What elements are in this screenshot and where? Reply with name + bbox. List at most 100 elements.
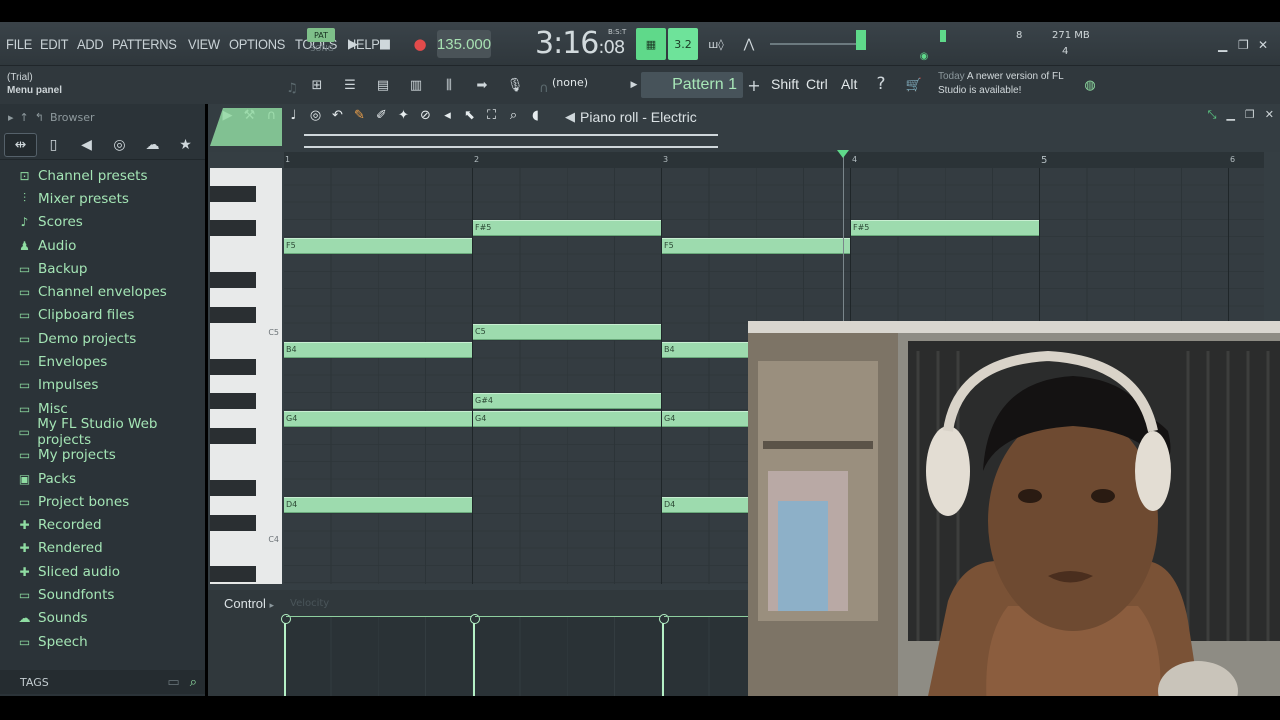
cloud-icon[interactable]: ☁ xyxy=(136,133,169,157)
all-content-icon[interactable]: ⇹ xyxy=(4,132,37,157)
note[interactable]: G#4 xyxy=(473,393,661,410)
browser-item[interactable]: ♟ Audio xyxy=(0,234,205,257)
close-icon[interactable]: ✕ xyxy=(1258,38,1268,52)
browser-item[interactable]: ▣ Packs xyxy=(0,467,205,490)
browser-back-icon[interactable]: ↰ xyxy=(35,111,44,124)
browser-item[interactable]: ▭ Demo projects xyxy=(0,327,205,350)
playlist-icon[interactable]: ⊞ xyxy=(305,73,329,97)
channel-select[interactable]: (none) xyxy=(552,76,614,94)
playback-icon[interactable]: ◖ xyxy=(526,108,545,123)
plugin-database-icon[interactable]: ◎ xyxy=(103,133,136,157)
control-label[interactable]: Control ▸ xyxy=(224,596,274,611)
slice-icon[interactable]: ◂ xyxy=(438,108,457,123)
select-icon[interactable]: ⬉ xyxy=(460,108,479,123)
browser-up-icon[interactable]: ↑ xyxy=(20,111,29,124)
pattern-selector[interactable]: Pattern 1 xyxy=(641,72,743,98)
note[interactable]: F#5 xyxy=(473,220,661,237)
collapse-arrow-icon[interactable]: ▸ xyxy=(8,111,14,124)
black-key[interactable] xyxy=(210,428,256,444)
velocity-bar[interactable] xyxy=(470,614,480,696)
update-globe-icon[interactable]: ◍ xyxy=(1078,73,1102,97)
speaker-icon-roll[interactable]: ◀ xyxy=(558,105,582,129)
browser-item[interactable]: ✚ Recorded xyxy=(0,513,205,536)
tempo-display[interactable]: 135.000 xyxy=(437,30,491,58)
zoom-icon[interactable]: ⛶ xyxy=(482,108,501,123)
note[interactable]: F5 xyxy=(284,237,472,254)
magnifier-icon[interactable]: ⌕ xyxy=(504,108,523,123)
note[interactable]: C5 xyxy=(473,324,661,341)
note[interactable]: G4 xyxy=(473,410,661,427)
stamp-icon[interactable]: ♩ xyxy=(284,108,303,123)
browser-item[interactable]: ☁ Sounds xyxy=(0,607,205,630)
minimize-icon[interactable]: ▁ xyxy=(1218,38,1227,52)
roll-close-icon[interactable]: ✕ xyxy=(1265,108,1274,122)
note[interactable]: G4 xyxy=(284,410,472,427)
project-files-icon[interactable]: ▯ xyxy=(37,133,70,157)
shop-cart-icon[interactable]: 🛒 xyxy=(902,73,926,97)
browser-item[interactable]: ▭ Channel envelopes xyxy=(0,280,205,303)
note[interactable]: F5 xyxy=(662,237,850,254)
black-key[interactable] xyxy=(210,306,256,323)
step-edit-icon[interactable]: 3.2 xyxy=(668,28,698,60)
metronome-icon[interactable]: ▦ xyxy=(636,28,666,60)
master-volume-knob[interactable] xyxy=(856,30,866,50)
arrow-right-icon[interactable]: ➡ xyxy=(470,73,494,97)
overview-window[interactable] xyxy=(304,134,718,148)
speaker-icon[interactable]: ◀ xyxy=(70,133,103,157)
master-pitch-icon[interactable]: ◉ xyxy=(912,44,936,68)
menu-edit[interactable]: EDIT xyxy=(40,36,69,52)
piano-keyboard[interactable]: C5 C4 xyxy=(210,168,282,584)
news-panel[interactable]: Today A newer version of FL Studio is av… xyxy=(938,70,1078,98)
menu-add[interactable]: ADD xyxy=(77,36,104,52)
song-mode[interactable]: SONG xyxy=(307,44,337,53)
black-key[interactable] xyxy=(210,185,256,202)
browser-item[interactable]: ✚ Rendered xyxy=(0,537,205,560)
pat-mode[interactable]: PAT xyxy=(307,28,335,42)
delete-icon[interactable]: ✦ xyxy=(394,108,413,123)
plugin-picker-icon[interactable]: ⫼ xyxy=(437,73,461,97)
menu-patterns[interactable]: PATTERNS xyxy=(112,36,177,52)
menu-view[interactable]: VIEW xyxy=(188,36,220,52)
browser-item[interactable]: ⊡ Channel presets xyxy=(0,164,205,187)
mixer-icon[interactable]: ▥ xyxy=(404,73,428,97)
countdown-icon[interactable]: ⋀ xyxy=(737,32,761,56)
detach-icon[interactable]: ⤡ xyxy=(1208,108,1217,122)
microphone-icon[interactable]: 🎙 xyxy=(503,73,527,97)
browser-item[interactable]: ▭ Envelopes xyxy=(0,350,205,373)
restore-icon[interactable]: ❐ xyxy=(1238,38,1249,52)
undo-icon[interactable]: ↶ xyxy=(328,108,347,123)
black-key[interactable] xyxy=(210,272,256,289)
velocity-bar[interactable] xyxy=(281,614,291,696)
snap-icon[interactable]: ◎ xyxy=(306,108,325,123)
black-key[interactable] xyxy=(210,358,256,375)
favorites-star-icon[interactable]: ★ xyxy=(169,133,202,157)
browser-item[interactable]: ✚ Sliced audio xyxy=(0,560,205,583)
add-pattern-icon[interactable]: + xyxy=(742,73,766,97)
master-volume-track[interactable] xyxy=(770,43,858,45)
play-icon[interactable]: ▶ xyxy=(341,32,365,56)
pencil-icon[interactable]: ✎ xyxy=(350,108,369,123)
browser-item[interactable]: ♪ Scores xyxy=(0,211,205,234)
headphones-icon[interactable]: ♫ xyxy=(280,76,304,100)
browser-item[interactable]: ▭ My FL Studio Web projects xyxy=(0,416,205,448)
shift-key[interactable]: Shift xyxy=(771,76,799,92)
velocity-bar[interactable] xyxy=(659,614,669,696)
browser-item[interactable]: ▭ Project bones xyxy=(0,490,205,513)
menu-file[interactable]: FILE xyxy=(6,36,32,52)
paint-icon[interactable]: ✐ xyxy=(372,108,391,123)
roll-minimize-icon[interactable]: ▁ xyxy=(1226,108,1234,122)
typing-keyboard-icon[interactable]: ш◊ xyxy=(704,32,728,56)
note[interactable]: D4 xyxy=(284,497,472,514)
channel-rack-icon[interactable]: ☰ xyxy=(338,73,362,97)
roll-maximize-icon[interactable]: ❐ xyxy=(1245,108,1255,122)
black-key[interactable] xyxy=(210,566,256,583)
black-key[interactable] xyxy=(210,393,256,410)
browser-item[interactable]: ▭ Clipboard files xyxy=(0,304,205,327)
ctrl-key[interactable]: Ctrl xyxy=(806,76,828,92)
overview-scrollbar[interactable] xyxy=(208,130,1280,152)
browser-item[interactable]: ▭ Speech xyxy=(0,630,205,653)
alt-key[interactable]: Alt xyxy=(841,76,857,92)
menu-options[interactable]: OPTIONS xyxy=(229,36,285,52)
note[interactable]: B4 xyxy=(284,341,472,358)
browser-item[interactable]: ▭ Soundfonts xyxy=(0,583,205,606)
